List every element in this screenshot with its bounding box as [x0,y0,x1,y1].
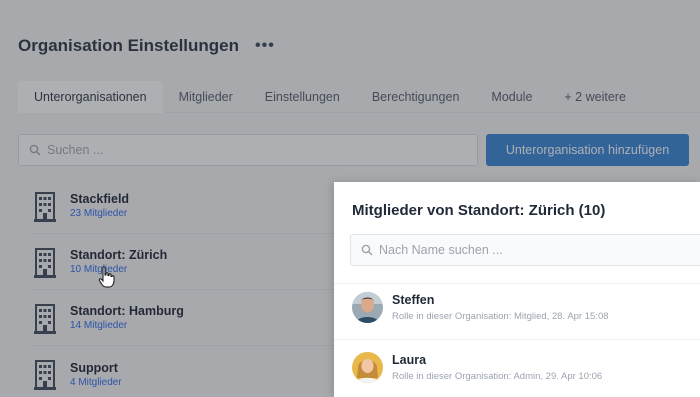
panel-title: Mitglieder von Standort: Zürich (10) [352,202,606,219]
member-name: Steffen [392,293,435,307]
member-search-input[interactable]: Nach Name suchen ... [350,234,700,266]
divider [334,283,700,284]
member-role: Rolle in dieser Organisation: Admin, 29.… [392,371,603,382]
avatar [352,352,383,383]
member-name: Laura [392,353,427,367]
member-row[interactable]: Steffen Rolle in dieser Organisation: Mi… [352,292,609,323]
member-row[interactable]: Laura Rolle in dieser Organisation: Admi… [352,352,602,383]
member-search-placeholder: Nach Name suchen ... [379,243,503,257]
hand-cursor-icon [98,266,115,288]
search-icon [361,244,373,256]
member-role: Rolle in dieser Organisation: Mitglied, … [392,311,609,322]
members-panel: Mitglieder von Standort: Zürich (10) Nac… [334,182,700,397]
divider [334,339,700,340]
avatar [352,292,383,323]
